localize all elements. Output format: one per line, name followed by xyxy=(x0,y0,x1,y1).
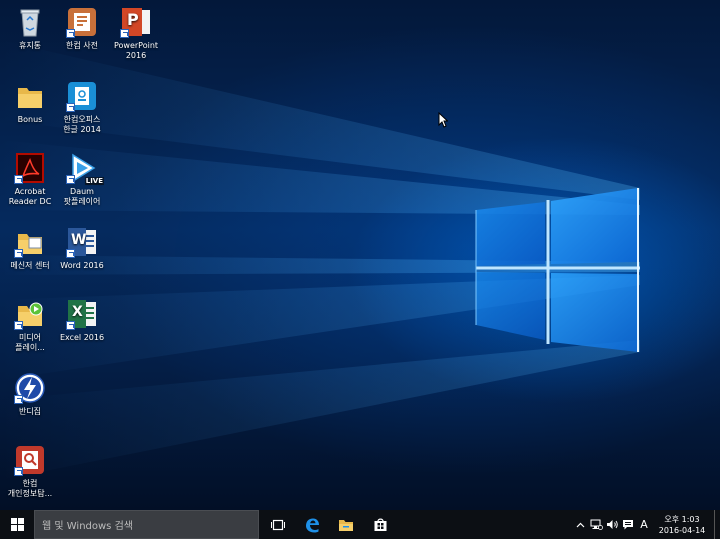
desktop-icon-acrobat-reader-dc[interactable]: Acrobat Reader DC xyxy=(0,152,60,207)
powerpoint-letter: P xyxy=(127,10,139,29)
desktop-icon-label: Word 2016 xyxy=(60,261,104,270)
show-hidden-icons-button[interactable] xyxy=(572,510,588,539)
desktop-icon-label: 미디어 플레이... xyxy=(15,333,45,352)
file-explorer-button[interactable] xyxy=(329,510,363,539)
mouse-cursor-icon xyxy=(438,112,448,128)
desktop-icon-messenger-center[interactable]: 메신저 센터 xyxy=(0,226,60,271)
hancom-dictionary-icon xyxy=(66,6,98,38)
search-input[interactable]: 웹 및 Windows 검색 xyxy=(34,510,259,539)
desktop-icon-label: Daum 팟플레이어 xyxy=(63,187,101,206)
store-button[interactable] xyxy=(363,510,397,539)
shortcut-arrow-icon xyxy=(66,103,75,112)
live-badge: LIVE xyxy=(84,177,104,185)
shortcut-arrow-icon xyxy=(120,29,129,38)
shortcut-arrow-icon xyxy=(14,249,23,258)
word-icon: W xyxy=(66,226,98,258)
excel-icon: X xyxy=(66,298,98,330)
task-view-icon xyxy=(271,519,285,530)
show-desktop-button[interactable] xyxy=(714,510,720,539)
acrobat-icon xyxy=(14,152,46,184)
desktop-icon-label: 한컴 개인정보탐... xyxy=(7,479,53,498)
desktop-icon-word-2016[interactable]: W Word 2016 xyxy=(52,226,112,271)
taskbar: 웹 및 Windows 검색 A 오후 1:03 2016-04-14 xyxy=(0,510,720,539)
edge-icon xyxy=(306,518,319,532)
desktop-icon-bandizip[interactable]: 반디집 xyxy=(0,372,60,417)
desktop-icon-label: 메신저 센터 xyxy=(10,261,50,270)
clock-date: 2016-04-14 xyxy=(658,525,706,535)
task-view-button[interactable] xyxy=(261,510,295,539)
desktop-icon-hancom-office-hangul-2014[interactable]: 한컴오피스 한글 2014 xyxy=(52,80,112,135)
desktop-icon-label: 반디집 xyxy=(18,407,42,416)
clock[interactable]: 오후 1:03 2016-04-14 xyxy=(652,514,712,536)
input-method-indicator[interactable]: A xyxy=(636,510,652,539)
shortcut-arrow-icon xyxy=(66,321,75,330)
network-button[interactable] xyxy=(588,510,604,539)
desktop-icon-label: Bonus xyxy=(17,115,43,124)
edge-button[interactable] xyxy=(295,510,329,539)
desktop[interactable]: 휴지통 한컴 사전 P PowerPoint 2016 Bonus 한컴오피스 … xyxy=(0,0,720,510)
powerpoint-icon: P xyxy=(120,6,152,38)
shortcut-arrow-icon xyxy=(14,175,23,184)
word-letter: W xyxy=(71,232,87,248)
desktop-icon-label: PowerPoint 2016 xyxy=(113,41,159,60)
desktop-icon-recycle-bin[interactable]: 휴지통 xyxy=(0,6,60,51)
shortcut-arrow-icon xyxy=(14,395,23,404)
desktop-icon-label: 한컴 사전 xyxy=(66,41,98,50)
desktop-icon-label: Excel 2016 xyxy=(59,333,105,342)
recycle-bin-icon xyxy=(14,6,46,38)
network-icon xyxy=(590,519,603,530)
desktop-icon-label: Acrobat Reader DC xyxy=(8,187,52,206)
desktop-icon-powerpoint-2016[interactable]: P PowerPoint 2016 xyxy=(106,6,166,61)
shortcut-arrow-icon xyxy=(66,175,75,184)
hancom-privacy-icon xyxy=(14,444,46,476)
potplayer-icon: LIVE xyxy=(66,152,104,185)
desktop-icon-media-player[interactable]: 미디어 플레이... xyxy=(0,298,60,353)
search-placeholder: 웹 및 Windows 검색 xyxy=(42,521,133,532)
speaker-icon xyxy=(606,520,618,529)
desktop-icon-bonus-folder[interactable]: Bonus xyxy=(0,80,60,125)
bandizip-icon xyxy=(14,372,46,404)
file-explorer-icon xyxy=(339,519,353,531)
desktop-icon-excel-2016[interactable]: X Excel 2016 xyxy=(52,298,112,343)
windows-logo-icon xyxy=(10,518,24,531)
clock-time: 오후 1:03 xyxy=(664,514,700,524)
store-icon xyxy=(374,518,386,531)
shortcut-arrow-icon xyxy=(66,249,75,258)
shortcut-arrow-icon xyxy=(14,467,23,476)
start-button[interactable] xyxy=(0,510,34,539)
desktop-icon-label: 한컴오피스 한글 2014 xyxy=(63,115,101,134)
ime-label: A xyxy=(640,518,648,531)
notification-icon xyxy=(623,520,633,530)
desktop-icon-daum-potplayer[interactable]: LIVE Daum 팟플레이어 xyxy=(52,152,112,207)
desktop-icon-hancom-privacy[interactable]: 한컴 개인정보탐... xyxy=(0,444,60,499)
media-folder-icon xyxy=(14,298,46,330)
hangul-2014-icon xyxy=(66,80,98,112)
shortcut-arrow-icon xyxy=(66,29,75,38)
shortcut-arrow-icon xyxy=(14,321,23,330)
excel-letter: X xyxy=(72,304,83,320)
folder-icon xyxy=(14,80,46,112)
system-tray: A 오후 1:03 2016-04-14 xyxy=(572,510,720,539)
desktop-icon-hancom-dictionary[interactable]: 한컴 사전 xyxy=(52,6,112,51)
chevron-up-icon xyxy=(576,522,584,527)
volume-button[interactable] xyxy=(604,510,620,539)
desktop-icon-label: 휴지통 xyxy=(18,41,42,50)
messenger-folder-icon xyxy=(14,226,46,258)
action-center-button[interactable] xyxy=(620,510,636,539)
